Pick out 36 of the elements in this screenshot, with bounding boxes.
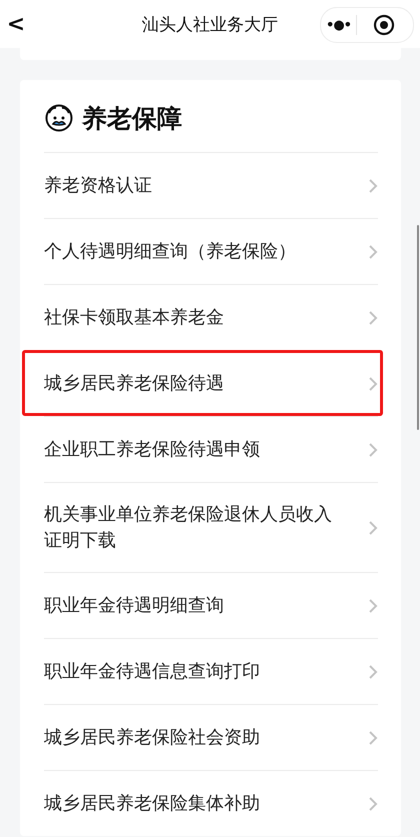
chevron-right-icon: [368, 442, 378, 458]
menu-item[interactable]: 个人待遇明细查询（养老保险）: [44, 218, 378, 284]
chevron-right-icon: [368, 310, 378, 326]
back-button[interactable]: <: [4, 12, 28, 36]
menu-item[interactable]: 城乡居民养老保险待遇: [44, 350, 378, 416]
menu-item-label: 职业年金待遇明细查询: [44, 594, 224, 618]
page-title: 汕头人社业务大厅: [141, 14, 279, 36]
menu-item-label: 社保卡领取基本养老金: [44, 306, 224, 330]
menu-item[interactable]: 城乡居民养老保险社会资助: [44, 704, 378, 770]
chevron-right-icon: [368, 664, 378, 680]
menu-item-label: 城乡居民养老保险社会资助: [44, 726, 260, 750]
menu-item[interactable]: 职业年金待遇明细查询: [44, 572, 378, 638]
close-button[interactable]: [373, 14, 395, 36]
menu-item[interactable]: 企业职工养老保险待遇申领: [44, 416, 378, 482]
chevron-right-icon: [368, 598, 378, 614]
menu-item[interactable]: 养老资格认证: [44, 152, 378, 218]
chevron-right-icon: [368, 730, 378, 746]
chevron-right-icon: [368, 178, 378, 194]
elder-face-icon: [44, 103, 74, 133]
menu-item-label: 职业年金待遇信息查询打印: [44, 660, 260, 684]
menu-item-label: 城乡居民养老保险集体补助: [44, 792, 260, 816]
menu-item-label: 个人待遇明细查询（养老保险）: [44, 240, 296, 264]
more-button[interactable]: •●•: [321, 18, 356, 32]
menu-item-label: 养老资格认证: [44, 174, 152, 198]
menu-item[interactable]: 社保卡领取基本养老金: [44, 284, 378, 350]
chevron-right-icon: [368, 520, 378, 536]
chevron-right-icon: [368, 376, 378, 392]
chevron-right-icon: [368, 244, 378, 260]
chevron-right-icon: [368, 796, 378, 812]
menu-item-label: 企业职工养老保险待遇申领: [44, 438, 260, 462]
menu-item-label: 机关事业单位养老保险退休人员收入证明下载: [44, 502, 333, 552]
menu-item-label: 城乡居民养老保险待遇: [44, 372, 224, 396]
menu-item[interactable]: 职业年金待遇信息查询打印: [44, 638, 378, 704]
section-title: 养老保障: [82, 102, 182, 134]
menu-item[interactable]: 机关事业单位养老保险退休人员收入证明下载: [44, 482, 378, 572]
menu-item[interactable]: 城乡居民养老保险集体补助: [44, 770, 378, 836]
